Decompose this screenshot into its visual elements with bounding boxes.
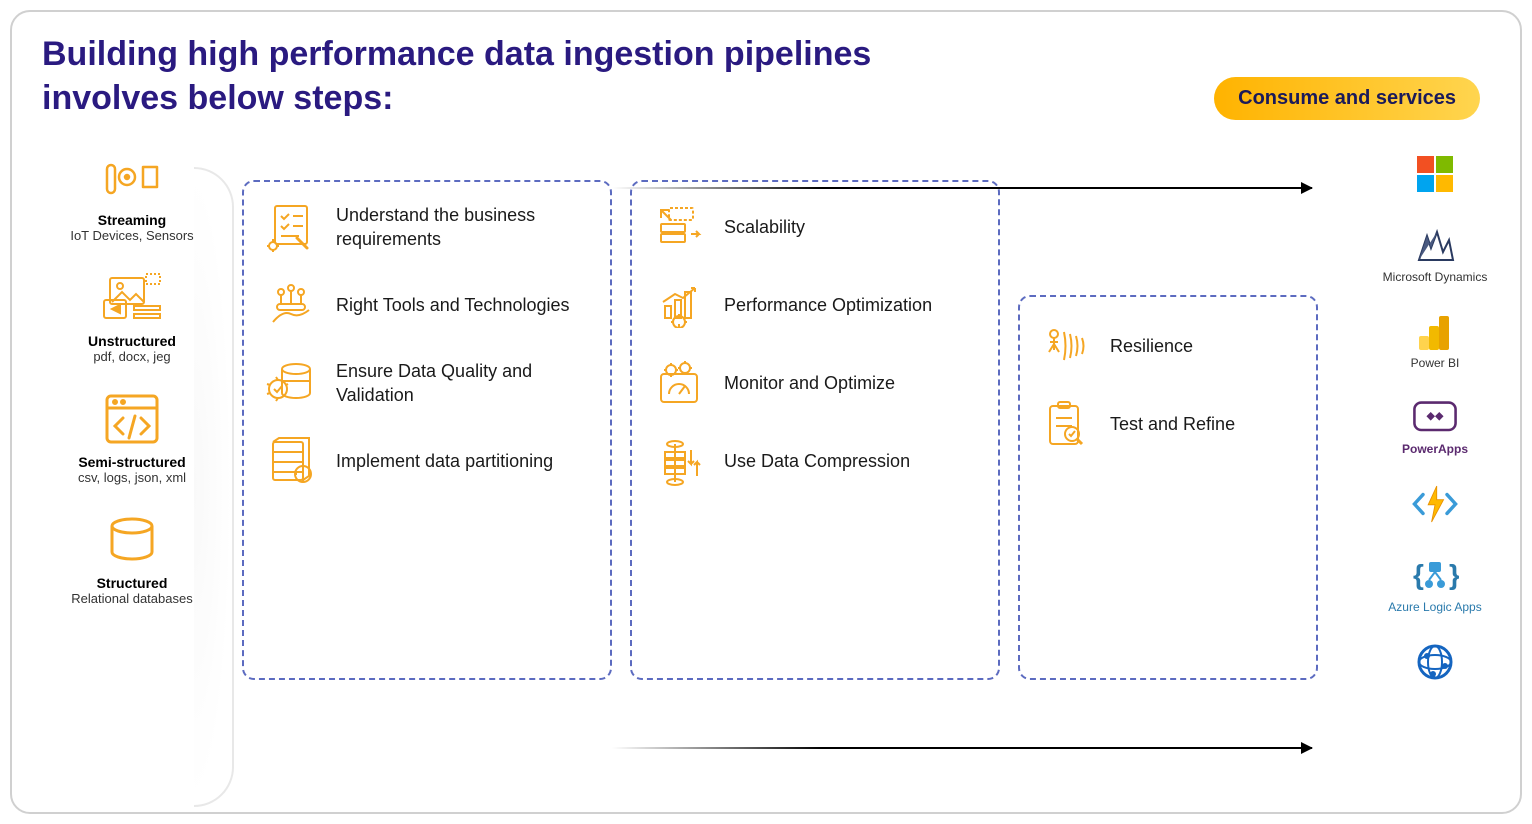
step-label: Resilience [1110, 334, 1193, 358]
step-item: Scalability [654, 202, 976, 252]
monitor-gauge-icon [654, 358, 704, 408]
microsoft-icon [1411, 152, 1459, 196]
service-label: Power BI [1411, 356, 1460, 370]
data-sources-column: Streaming IoT Devices, Sensors Unstructu… [42, 150, 222, 606]
source-title: Streaming [42, 212, 222, 228]
database-icon [102, 513, 162, 567]
logicapps-icon: {} [1411, 554, 1459, 598]
step-label: Implement data partitioning [336, 449, 553, 473]
source-sub: Relational databases [42, 591, 222, 606]
step-item: Implement data partitioning [266, 436, 588, 486]
test-clipboard-icon [1040, 399, 1090, 449]
partition-icon [266, 436, 316, 486]
consume-services-badge: Consume and services [1214, 77, 1480, 120]
source-title: Semi-structured [42, 454, 222, 470]
step-label: Performance Optimization [724, 293, 932, 317]
source-sub: IoT Devices, Sensors [42, 228, 222, 243]
steps-column-2: Scalability Performance Optimization Mon… [630, 180, 1000, 680]
step-item: Performance Optimization [654, 280, 976, 330]
service-label: PowerApps [1402, 442, 1468, 456]
source-structured: Structured Relational databases [42, 513, 222, 606]
source-sub: csv, logs, json, xml [42, 470, 222, 485]
svg-text:{: { [1413, 559, 1424, 590]
service-powerapps: PowerApps [1402, 396, 1468, 456]
step-label: Scalability [724, 215, 805, 239]
step-item: Right Tools and Technologies [266, 280, 588, 330]
content-row: Streaming IoT Devices, Sensors Unstructu… [42, 150, 1490, 680]
services-column: Microsoft Dynamics Power BI PowerApps {}… [1380, 152, 1490, 686]
diagram-container: Building high performance data ingestion… [10, 10, 1522, 814]
source-title: Structured [42, 575, 222, 591]
flow-arrow-bottom [612, 747, 1312, 749]
checklist-icon [266, 202, 316, 252]
globe-icon [1411, 640, 1459, 684]
media-icon [102, 271, 162, 325]
scalability-icon [654, 202, 704, 252]
steps-column-3: Resilience Test and Refine [1018, 295, 1318, 680]
code-icon [102, 392, 162, 446]
service-functions [1411, 482, 1459, 528]
step-label: Use Data Compression [724, 449, 910, 473]
source-sub: pdf, docx, jeg [42, 349, 222, 364]
service-globe [1411, 640, 1459, 686]
source-streaming: Streaming IoT Devices, Sensors [42, 150, 222, 243]
source-unstructured: Unstructured pdf, docx, jeg [42, 271, 222, 364]
steps-area: Understand the business requirements Rig… [242, 150, 1490, 680]
perf-chart-icon [654, 280, 704, 330]
step-item: Test and Refine [1040, 399, 1296, 449]
step-label: Understand the business requirements [336, 203, 588, 252]
source-semistructured: Semi-structured csv, logs, json, xml [42, 392, 222, 485]
step-item: Understand the business requirements [266, 202, 588, 252]
iot-icon [102, 150, 162, 204]
source-title: Unstructured [42, 333, 222, 349]
steps-column-1: Understand the business requirements Rig… [242, 180, 612, 680]
step-item: Resilience [1040, 321, 1296, 371]
service-label: Azure Logic Apps [1388, 600, 1481, 614]
compression-icon [654, 436, 704, 486]
step-label: Ensure Data Quality and Validation [336, 359, 588, 408]
service-logicapps: {} Azure Logic Apps [1388, 554, 1481, 614]
svg-text:}: } [1449, 559, 1459, 590]
service-microsoft [1411, 152, 1459, 198]
tools-hand-icon [266, 280, 316, 330]
step-item: Monitor and Optimize [654, 358, 976, 408]
step-item: Ensure Data Quality and Validation [266, 358, 588, 408]
step-item: Use Data Compression [654, 436, 976, 486]
resilience-icon [1040, 321, 1090, 371]
service-dynamics: Microsoft Dynamics [1383, 224, 1488, 284]
functions-icon [1411, 482, 1459, 526]
service-powerbi: Power BI [1411, 310, 1460, 370]
dynamics-icon [1411, 224, 1459, 268]
step-label: Right Tools and Technologies [336, 293, 570, 317]
service-label: Microsoft Dynamics [1383, 270, 1488, 284]
page-title: Building high performance data ingestion… [42, 32, 942, 120]
data-quality-icon [266, 358, 316, 408]
step-label: Monitor and Optimize [724, 371, 895, 395]
powerbi-icon [1411, 310, 1459, 354]
powerapps-icon [1411, 396, 1459, 440]
step-label: Test and Refine [1110, 412, 1235, 436]
